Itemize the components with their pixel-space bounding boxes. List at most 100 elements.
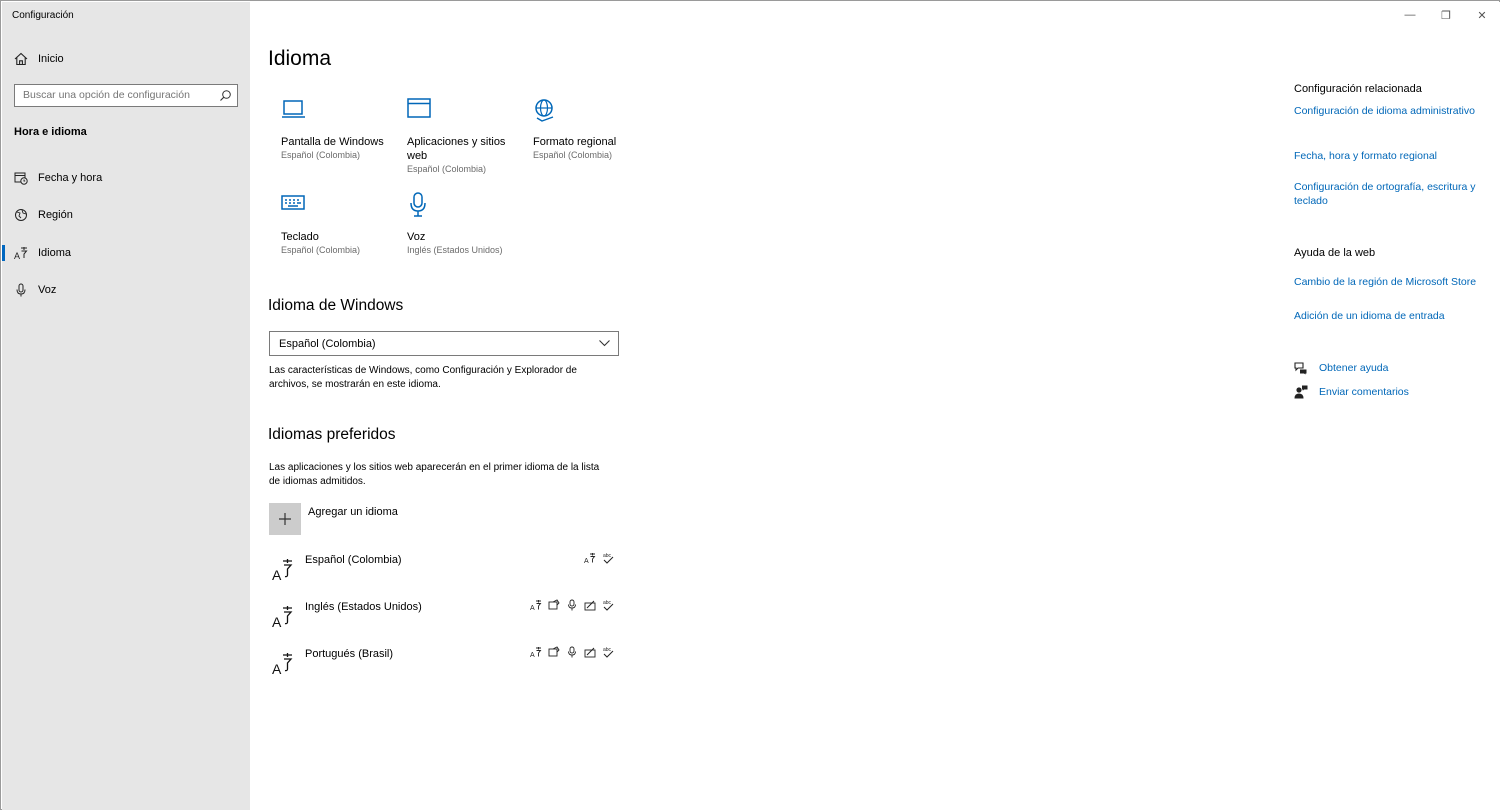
search-box[interactable] xyxy=(14,84,238,107)
speech-recognition-icon xyxy=(568,646,576,658)
tile-title: Aplicaciones y sitios web xyxy=(407,136,506,162)
tile-subtitle: Español (Colombia) xyxy=(281,150,361,160)
svg-text:A: A xyxy=(272,567,282,582)
sidebar-item-voice[interactable]: Voz xyxy=(2,273,250,307)
text-to-speech-icon xyxy=(548,646,560,657)
svg-text:A: A xyxy=(584,558,589,564)
sidebar-item-date-time[interactable]: Fecha y hora xyxy=(2,161,250,195)
add-language-button[interactable] xyxy=(269,503,301,535)
preferred-languages-description: Las aplicaciones y los sitios web aparec… xyxy=(269,462,600,487)
tile-title: Teclado xyxy=(281,231,319,243)
spellcheck-icon: abc xyxy=(603,553,614,564)
language-name: Español (Colombia) xyxy=(305,554,402,566)
svg-text:abc: abc xyxy=(603,600,612,606)
link-add-input-language[interactable]: Adición de un idioma de entrada xyxy=(1294,309,1484,323)
sidebar-item-language[interactable]: A Idioma xyxy=(2,236,250,270)
active-indicator xyxy=(2,245,5,261)
minimize-button[interactable]: — xyxy=(1403,8,1417,22)
language-row-en-us[interactable]: A Inglés (Estados Unidos) A abc xyxy=(269,597,614,637)
chat-help-icon xyxy=(1294,362,1307,375)
globe-region-icon xyxy=(13,207,29,223)
display-language-icon: A xyxy=(530,600,542,611)
preferred-languages-heading: Idiomas preferidos xyxy=(268,426,396,443)
language-features: A abc xyxy=(530,599,614,611)
get-help-label: Obtener ayuda xyxy=(1319,362,1389,374)
tile-title: Pantalla de Windows xyxy=(281,136,384,148)
sidebar: Configuración Inicio Hora e idioma Fecha… xyxy=(2,2,250,810)
keyboard-icon xyxy=(281,195,305,210)
close-button[interactable]: ✕ xyxy=(1475,8,1489,22)
language-icon: A xyxy=(272,653,293,676)
settings-window: Configuración Inicio Hora e idioma Fecha… xyxy=(0,0,1500,810)
svg-text:A: A xyxy=(14,251,20,260)
svg-text:A: A xyxy=(530,652,535,658)
handwriting-icon xyxy=(584,600,596,611)
language-name: Inglés (Estados Unidos) xyxy=(305,601,422,613)
related-settings-heading: Configuración relacionada xyxy=(1294,83,1422,95)
sidebar-item-label: Región xyxy=(38,209,73,221)
laptop-icon xyxy=(282,100,305,118)
svg-text:abc: abc xyxy=(603,647,612,653)
language-icon: A xyxy=(272,559,293,582)
spellcheck-icon: abc xyxy=(603,600,614,611)
svg-text:abc: abc xyxy=(603,553,612,559)
tile-voice[interactable]: Voz Inglés (Estados Unidos) xyxy=(407,192,527,255)
plus-icon xyxy=(279,513,291,525)
windows-language-description: Las características de Windows, como Con… xyxy=(269,365,577,390)
globe-icon xyxy=(535,99,554,122)
send-feedback-label: Enviar comentarios xyxy=(1319,386,1409,398)
feedback-icon xyxy=(1294,385,1308,399)
page-title: Idioma xyxy=(268,47,332,70)
svg-text:A: A xyxy=(530,605,535,611)
send-feedback-link[interactable]: Enviar comentarios xyxy=(1294,385,1409,399)
language-name: Portugués (Brasil) xyxy=(305,648,394,660)
tile-subtitle: Español (Colombia) xyxy=(533,150,613,160)
tile-apps-websites[interactable]: Aplicaciones y sitios web Español (Colom… xyxy=(407,97,527,174)
main-content: — ❐ ✕ Idioma Pantalla de Windows Español… xyxy=(250,2,1500,810)
minimize-icon: — xyxy=(1404,9,1416,21)
restore-button[interactable]: ❐ xyxy=(1439,8,1453,22)
search-input[interactable] xyxy=(23,88,213,102)
microphone-icon xyxy=(410,192,426,217)
sidebar-item-home[interactable]: Inicio xyxy=(2,42,250,76)
tile-subtitle: Español (Colombia) xyxy=(281,245,361,255)
windows-language-select[interactable]: Español (Colombia) xyxy=(269,331,619,356)
tile-title: Voz xyxy=(407,231,426,243)
calendar-clock-icon xyxy=(13,170,29,186)
tile-subtitle: Inglés (Estados Unidos) xyxy=(407,245,503,255)
sidebar-item-region[interactable]: Región xyxy=(2,198,250,232)
microphone-icon xyxy=(13,282,29,298)
window-icon xyxy=(407,98,431,118)
spellcheck-icon: abc xyxy=(603,647,614,658)
tile-title: Formato regional xyxy=(533,136,617,148)
language-row-es-co[interactable]: A Español (Colombia) A abc xyxy=(269,550,614,590)
add-language-label[interactable]: Agregar un idioma xyxy=(308,506,398,518)
sidebar-item-label: Fecha y hora xyxy=(38,172,103,184)
app-title: Configuración xyxy=(12,10,74,21)
text-to-speech-icon xyxy=(548,599,560,610)
link-store-region[interactable]: Cambio de la región de Microsoft Store xyxy=(1294,275,1484,289)
tile-keyboard[interactable]: Teclado Español (Colombia) xyxy=(281,192,401,255)
language-row-pt-br[interactable]: A Portugués (Brasil) A abc xyxy=(269,644,614,684)
tile-subtitle: Español (Colombia) xyxy=(407,164,487,174)
sidebar-item-label: Inicio xyxy=(38,53,64,65)
svg-text:A: A xyxy=(272,661,282,676)
speech-recognition-icon xyxy=(568,599,576,611)
tile-regional-format[interactable]: Formato regional Español (Colombia) xyxy=(533,97,653,160)
tile-windows-display[interactable]: Pantalla de Windows Español (Colombia) xyxy=(281,97,401,160)
link-spelling-typing-keyboard[interactable]: Configuración de ortografía, escritura y… xyxy=(1294,180,1484,208)
sidebar-group-header: Hora e idioma xyxy=(14,126,87,138)
svg-text:A: A xyxy=(272,614,282,629)
language-icon: A xyxy=(13,245,29,261)
language-icon: A xyxy=(272,606,293,629)
handwriting-icon xyxy=(584,647,596,658)
restore-icon: ❐ xyxy=(1441,9,1451,22)
language-features: A abc xyxy=(530,646,614,658)
selected-language: Español (Colombia) xyxy=(279,338,376,350)
link-date-time-format[interactable]: Fecha, hora y formato regional xyxy=(1294,149,1484,163)
link-admin-language[interactable]: Configuración de idioma administrativo xyxy=(1294,104,1484,118)
search-icon[interactable] xyxy=(219,89,232,102)
sidebar-item-label: Voz xyxy=(38,284,57,296)
get-help-link[interactable]: Obtener ayuda xyxy=(1294,361,1388,375)
sidebar-item-label: Idioma xyxy=(38,247,72,259)
